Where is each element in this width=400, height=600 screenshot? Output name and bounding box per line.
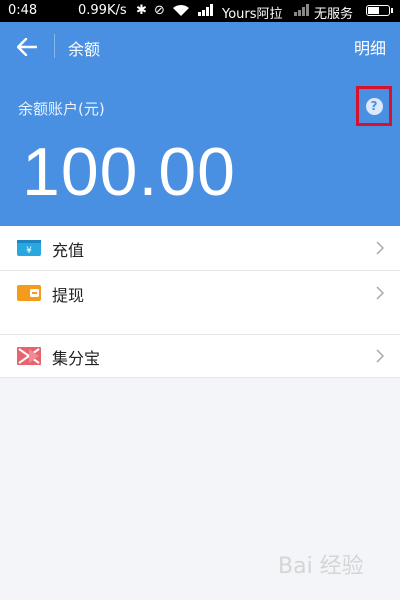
balance-header: 余额 明细 余额账户(元) ? 100.00 [0, 22, 400, 226]
signal-icon [294, 4, 309, 16]
signal-icon [198, 4, 213, 16]
chevron-right-icon [376, 241, 384, 255]
wallet-icon [17, 285, 41, 301]
balance-label: 余额账户(元) [18, 100, 105, 118]
status-bar: 0:48 0.99K/s ✱ ⊘ Yours阿拉 无服务 [0, 0, 400, 22]
nav-bar: 余额 明细 [0, 22, 400, 70]
wifi-icon [173, 4, 189, 16]
watermark-text: Bai 经验 [278, 554, 364, 579]
menu-item-jifenbao[interactable]: 集分宝 [0, 334, 400, 378]
bluetooth-icon: ✱ [136, 3, 147, 18]
svg-text:¥: ¥ [26, 246, 32, 256]
carrier-1: Yours阿拉 [222, 7, 283, 22]
chevron-right-icon [376, 286, 384, 300]
recharge-card-icon: ¥ [17, 240, 41, 256]
battery-icon [366, 5, 393, 16]
balance-amount: 100.00 [22, 134, 236, 210]
nav-divider [54, 34, 55, 58]
page-title: 余额 [68, 40, 101, 59]
question-icon: ? [365, 97, 383, 115]
detail-button[interactable]: 明细 [354, 35, 386, 59]
menu-item-label: 充值 [52, 241, 85, 260]
jifenbao-icon [17, 347, 41, 365]
menu-item-label: 集分宝 [52, 349, 101, 368]
alarm-off-icon: ⊘ [154, 3, 165, 18]
help-button[interactable]: ? [356, 86, 392, 126]
back-button[interactable] [10, 30, 44, 64]
network-speed: 0.99K/s [78, 3, 127, 18]
status-time: 0:48 [8, 3, 38, 18]
menu-item-recharge[interactable]: ¥ 充值 [0, 226, 400, 270]
carrier-2: 无服务 [314, 7, 354, 22]
menu-item-withdraw[interactable]: 提现 [0, 271, 400, 315]
arrow-left-icon [17, 38, 37, 56]
chevron-right-icon [376, 349, 384, 363]
menu-item-label: 提现 [52, 286, 85, 305]
